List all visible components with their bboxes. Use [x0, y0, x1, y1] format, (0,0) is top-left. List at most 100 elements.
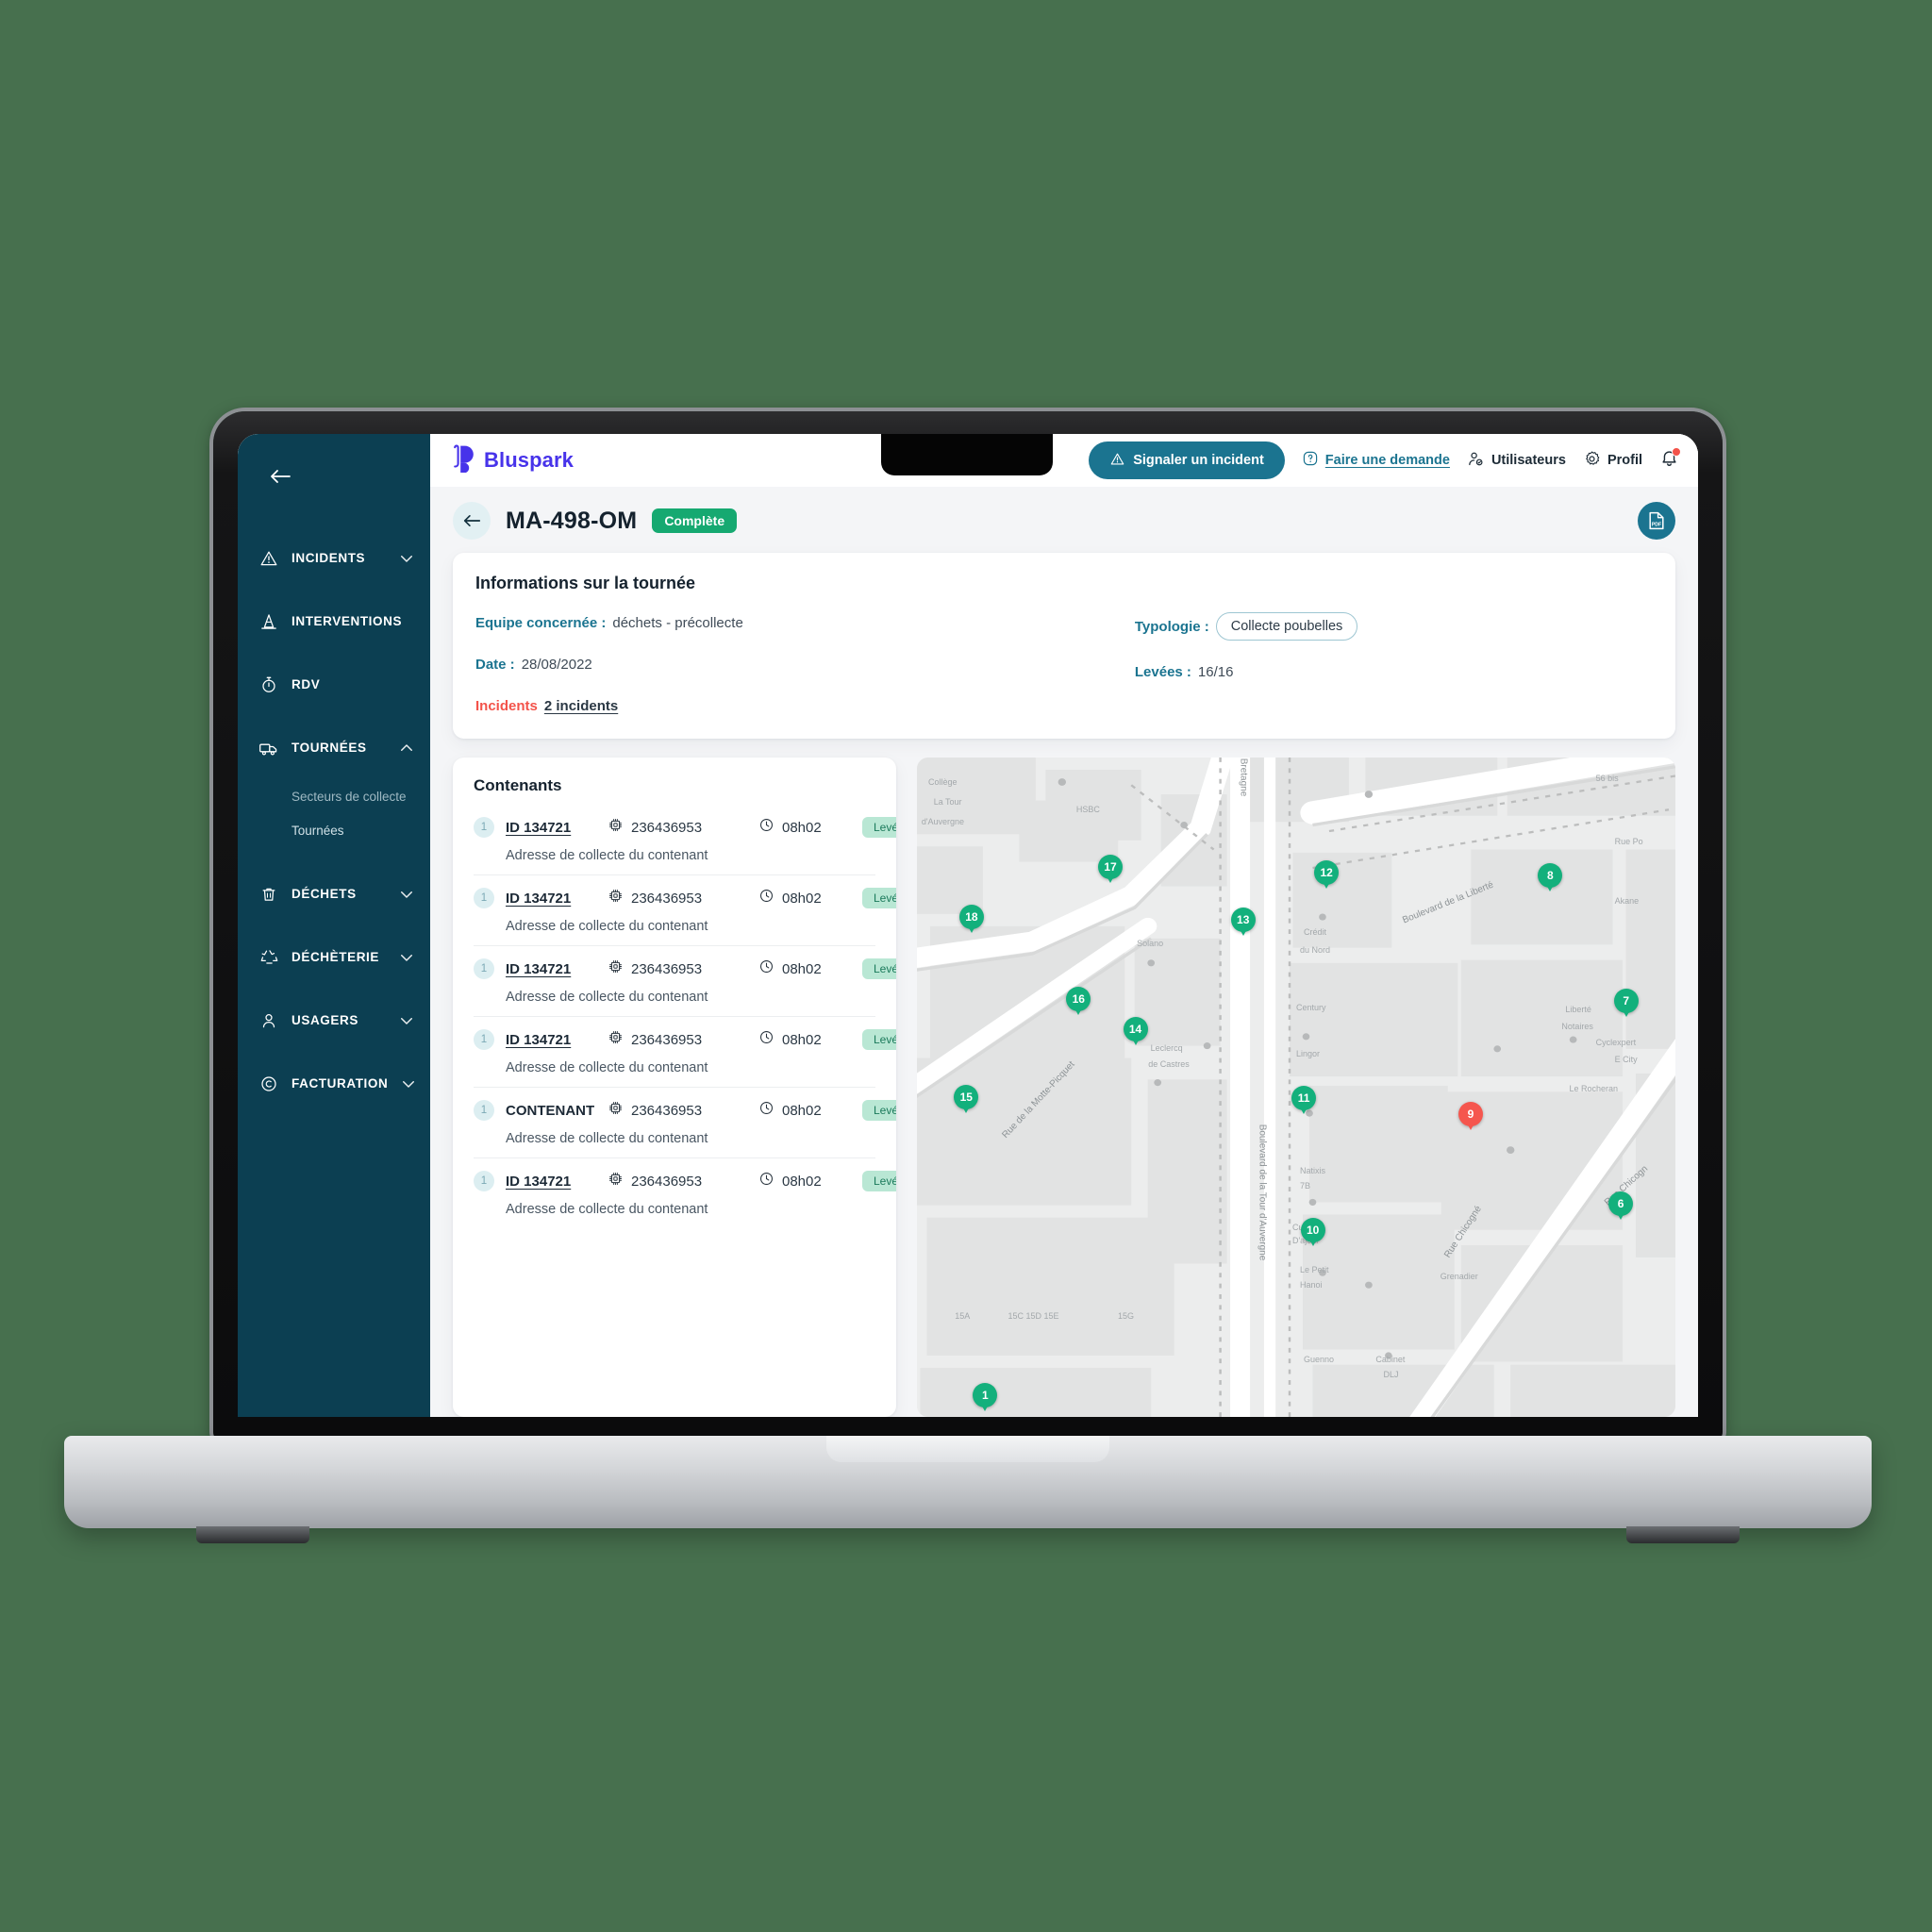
chevron-down-icon[interactable] — [400, 1075, 417, 1092]
sidebar-item-decheterie[interactable]: DÉCHÈTERIE — [238, 925, 430, 989]
laptop-foot-left — [196, 1526, 309, 1543]
map-street-label: Bretagne — [1238, 758, 1249, 797]
contenant-address: Adresse de collecte du contenant — [506, 1131, 708, 1146]
map-pin[interactable]: 18 — [958, 904, 984, 929]
warning-triangle-icon — [1109, 451, 1125, 471]
typologie-label: Typologie : — [1134, 618, 1209, 635]
notification-badge-dot — [1672, 447, 1681, 457]
contenants-card: Contenants 1 ID 134721 236436953 08h02 Levé A… — [453, 758, 896, 1417]
make-request-link[interactable]: Faire une demande — [1302, 450, 1450, 471]
chevron-down-icon[interactable] — [398, 1012, 415, 1029]
map-pin[interactable]: 17 — [1098, 855, 1124, 880]
top-bar: Bluspark Signaler un incident Faire une … — [430, 434, 1698, 487]
back-button[interactable] — [453, 502, 491, 540]
sidebar-collapse-button[interactable] — [266, 462, 294, 491]
chip-icon — [608, 1171, 624, 1191]
info-card-title: Informations sur la tournée — [475, 574, 696, 592]
coin-icon — [258, 1074, 279, 1094]
chevron-up-icon[interactable] — [398, 740, 415, 757]
map-pin[interactable]: 7 — [1613, 989, 1639, 1014]
notifications-button[interactable] — [1659, 447, 1681, 473]
detail-split: Contenants 1 ID 134721 236436953 08h02 Levé A… — [430, 739, 1698, 1417]
table-row[interactable]: 1 ID 134721 236436953 08h02 Levé Adresse de c… — [474, 875, 896, 946]
map-pin[interactable]: 13 — [1230, 908, 1256, 933]
sidebar-item-label: DÉCHÈTERIE — [291, 950, 380, 964]
map-pin[interactable]: 1 — [973, 1382, 998, 1407]
map-label: Crédit — [1304, 927, 1327, 938]
table-row[interactable]: 1 ID 134721 236436953 08h02 Levé Adresse de c… — [474, 1017, 896, 1088]
contenant-row-main: 1 ID 134721 236436953 08h02 Levé — [474, 958, 896, 979]
map-pin[interactable]: 12 — [1314, 859, 1340, 885]
map-label: Notaires — [1561, 1021, 1593, 1031]
chevron-down-icon[interactable] — [398, 949, 415, 966]
map-pin[interactable]: 16 — [1066, 987, 1091, 1012]
contenant-id-link[interactable]: ID 134721 — [506, 1174, 608, 1190]
sidebar-item-facturation[interactable]: FACTURATION — [238, 1052, 430, 1115]
incidents-link[interactable]: 2 incidents — [544, 698, 618, 714]
clock-icon — [758, 1171, 774, 1191]
users-link[interactable]: Utilisateurs — [1467, 450, 1566, 472]
chevron-down-icon[interactable] — [398, 550, 415, 567]
chip-icon — [608, 1029, 624, 1050]
sidebar-item-dechets[interactable]: DÉCHETS — [238, 862, 430, 925]
map-pin[interactable]: 14 — [1123, 1016, 1148, 1041]
typologie-chip[interactable]: Collecte poubelles — [1215, 612, 1358, 641]
contenant-chip: 236436953 — [608, 958, 758, 979]
laptop-mockup: INCIDENTS INTERVENTIONS RDV TOURNÉES Sec… — [0, 0, 1932, 1932]
map-pin[interactable]: 8 — [1538, 863, 1563, 889]
profile-link[interactable]: Profil — [1583, 450, 1642, 472]
truck-icon — [258, 738, 279, 758]
table-row[interactable]: 1 CONTENANT 236436953 08h02 Levé Adresse de c… — [474, 1088, 896, 1158]
contenant-id-link[interactable]: ID 134721 — [506, 891, 608, 907]
map-pin-number: 14 — [1123, 1016, 1148, 1041]
sidebar-subitem-secteurs-de-collecte[interactable]: Secteurs de collecte — [238, 779, 430, 813]
top-bar-actions: Signaler un incident Faire une demande U… — [1089, 441, 1681, 479]
sidebar-item-usagers[interactable]: USAGERS — [238, 989, 430, 1052]
route-map[interactable]: Collège La Tour d'Auvergne HSBC Crédit du Nor… — [917, 758, 1675, 1417]
contenant-row-main: 1 ID 134721 236436953 08h02 Levé — [474, 888, 896, 908]
map-pin-alert[interactable]: 9 — [1457, 1102, 1483, 1127]
map-label: Lingor — [1296, 1048, 1321, 1058]
users-label: Utilisateurs — [1491, 453, 1566, 468]
contenant-index-badge: 1 — [474, 1171, 494, 1191]
sidebar-item-interventions[interactable]: INTERVENTIONS — [238, 590, 430, 653]
contenant-id-link[interactable]: ID 134721 — [506, 961, 608, 977]
sidebar-item-label: USAGERS — [291, 1013, 358, 1027]
map-label: Solano — [1137, 938, 1164, 948]
table-row[interactable]: 1 ID 134721 236436953 08h02 Levé Adresse de c… — [474, 805, 896, 875]
contenant-time: 08h02 — [758, 958, 862, 979]
map-label: de Castres — [1148, 1059, 1190, 1070]
contenant-chip-value: 236436953 — [631, 960, 703, 977]
report-incident-button[interactable]: Signaler un incident — [1089, 441, 1285, 479]
contenant-index-badge: 1 — [474, 958, 494, 979]
map-label: Cabinet — [1375, 1354, 1406, 1364]
incidents-label: Incidents — [475, 697, 538, 714]
contenant-id-link[interactable]: ID 134721 — [506, 1032, 608, 1048]
map-pin[interactable]: 15 — [954, 1084, 979, 1109]
sidebar-item-tournees[interactable]: TOURNÉES — [238, 716, 430, 779]
info-column-right: Typologie : Collecte poubelles Levées : … — [1135, 612, 1653, 716]
trash-bin-icon — [258, 884, 279, 905]
brand-logo[interactable]: Bluspark — [451, 444, 574, 477]
contenant-time-value: 08h02 — [782, 819, 822, 836]
table-row[interactable]: 1 ID 134721 236436953 08h02 Levé Adresse de c… — [474, 946, 896, 1017]
table-row[interactable]: 1 ID 134721 236436953 08h02 Levé Adresse de c… — [474, 1158, 896, 1228]
sidebar-item-rdv[interactable]: RDV — [238, 653, 430, 716]
map-pin[interactable]: 11 — [1291, 1085, 1317, 1110]
help-circle-icon — [1302, 450, 1319, 471]
map-pin-number: 7 — [1613, 989, 1639, 1014]
map-pin[interactable]: 10 — [1300, 1217, 1325, 1242]
map-pin[interactable]: 6 — [1608, 1191, 1634, 1216]
map-label: 15A — [955, 1311, 971, 1322]
contenant-time-value: 08h02 — [782, 960, 822, 977]
main-content: Bluspark Signaler un incident Faire une … — [430, 434, 1698, 1417]
contenant-address: Adresse de collecte du contenant — [506, 848, 708, 863]
export-pdf-button[interactable]: PDF — [1638, 502, 1675, 540]
page-title: MA-498-OM — [506, 507, 638, 534]
map-label: Rue Po — [1614, 836, 1643, 846]
sidebar-item-incidents[interactable]: INCIDENTS — [238, 526, 430, 590]
laptop-foot-right — [1626, 1526, 1740, 1543]
contenant-id-link[interactable]: ID 134721 — [506, 820, 608, 836]
sidebar-subitem-tournees[interactable]: Tournées — [238, 813, 430, 847]
chevron-down-icon[interactable] — [398, 886, 415, 903]
